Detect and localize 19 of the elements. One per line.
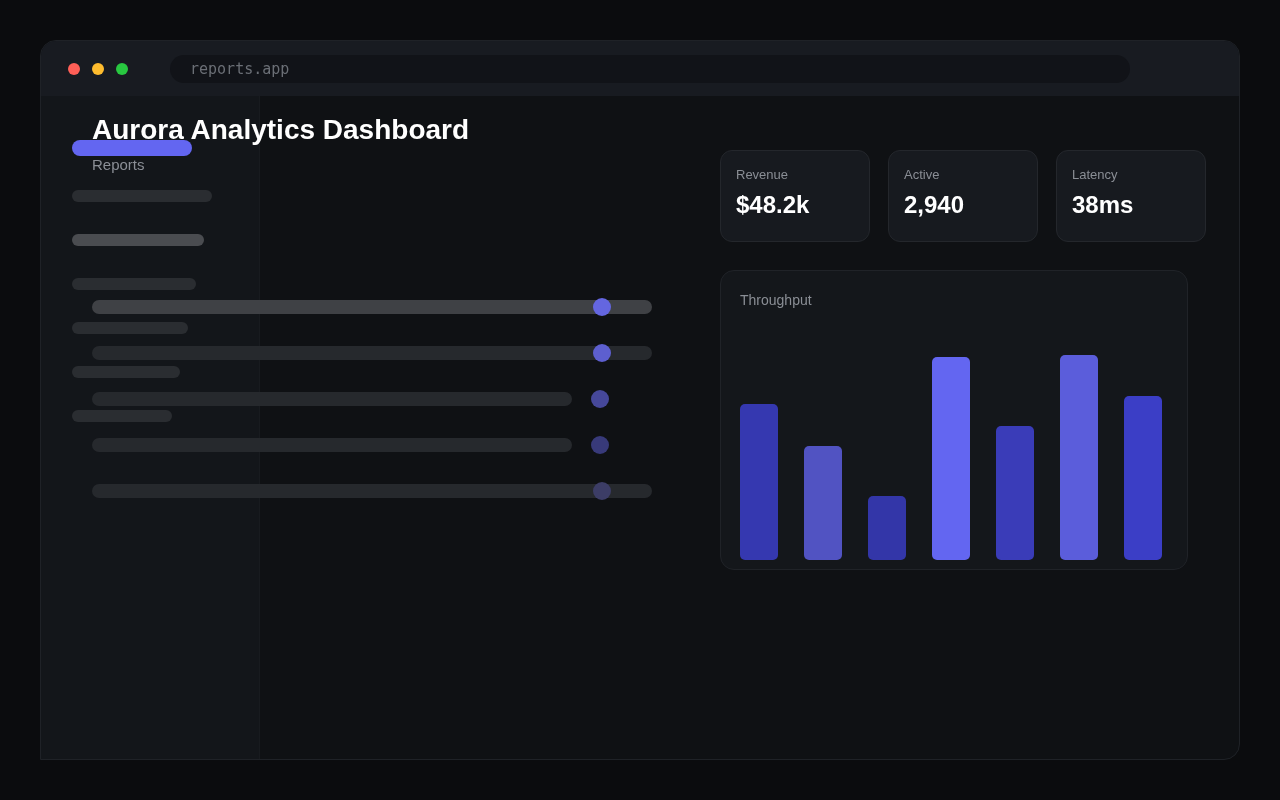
stat-label: Active [904, 166, 940, 184]
slider-track[interactable] [92, 484, 652, 498]
chart-title: Throughput [740, 291, 812, 310]
page-subtitle: Reports [92, 155, 145, 175]
window-maximize-icon[interactable] [116, 62, 128, 75]
stat-value: 38ms [1072, 190, 1134, 220]
slider-thumb[interactable] [592, 298, 611, 316]
slider-track[interactable] [92, 300, 652, 314]
stat-label: Revenue [736, 166, 789, 184]
window-close-icon[interactable] [68, 62, 80, 75]
window-minimize-icon[interactable] [92, 62, 104, 75]
stat-value: 2,940 [904, 190, 965, 220]
slider-track[interactable] [92, 346, 652, 360]
dashboard-title: Aurora Analytics Dashboard [92, 113, 470, 147]
address-field[interactable]: reports.app [170, 54, 1130, 83]
stat-label: Latency [1072, 166, 1118, 184]
slider-thumb[interactable] [592, 482, 611, 500]
slider-thumb[interactable] [592, 344, 611, 362]
stat-value: $48.2k [736, 190, 810, 220]
